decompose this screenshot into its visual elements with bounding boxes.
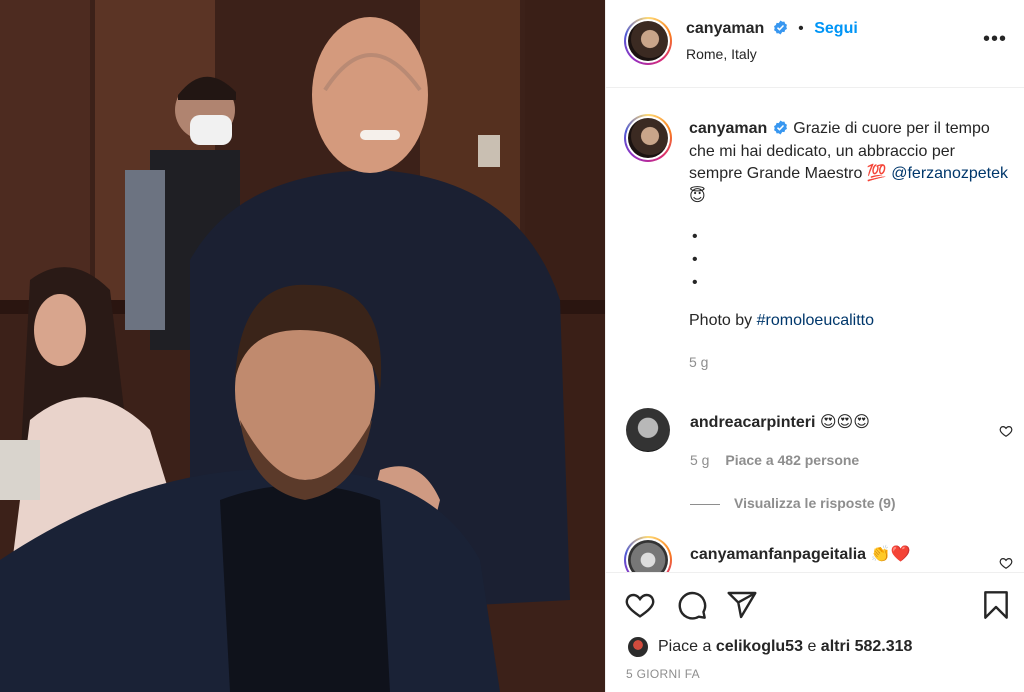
comment: canyamanfanpageitalia 👏❤️ bbox=[690, 544, 910, 564]
bullet: • bbox=[692, 228, 698, 245]
comment-username[interactable]: canyamanfanpageitalia bbox=[690, 546, 866, 563]
replies-divider bbox=[690, 503, 720, 505]
hundred-emoji: 💯 bbox=[866, 165, 887, 182]
comment-like-heart-icon[interactable] bbox=[999, 556, 1013, 570]
caption: canyaman Grazie di cuore per il tempo ch… bbox=[689, 118, 1009, 373]
bullet: • bbox=[692, 251, 698, 268]
post-photo[interactable] bbox=[0, 0, 605, 692]
comment-meta: 5 g Piace a 482 persone bbox=[690, 452, 859, 468]
likes-conjunction: e bbox=[807, 638, 817, 655]
hashtag-link[interactable]: #romoloeucalitto bbox=[757, 312, 874, 329]
comment-username[interactable]: andreacarpinteri bbox=[690, 414, 815, 431]
photo-illustration bbox=[0, 0, 605, 692]
comment-time[interactable]: 5 g bbox=[690, 452, 709, 468]
comments-section: canyaman Grazie di cuore per il tempo ch… bbox=[606, 88, 1024, 572]
view-replies-button[interactable]: Visualizza le risposte (9) bbox=[690, 495, 896, 511]
comment-text: 😍😍😍 bbox=[819, 414, 870, 431]
post-sidebar: canyaman • Segui Rome, Italy ••• canyama… bbox=[605, 0, 1024, 692]
post-header: canyaman • Segui Rome, Italy ••• bbox=[606, 0, 1024, 88]
view-replies-label: Visualizza le risposte (9) bbox=[734, 495, 896, 511]
share-icon[interactable] bbox=[726, 589, 758, 621]
header-separator: • bbox=[798, 20, 804, 37]
post-timestamp[interactable]: 5 GIORNI FA bbox=[626, 667, 700, 681]
caption-time[interactable]: 5 g bbox=[689, 351, 1009, 374]
follow-button[interactable]: Segui bbox=[814, 20, 858, 37]
liker-avatar[interactable] bbox=[626, 635, 650, 659]
comment-icon[interactable] bbox=[676, 589, 708, 621]
caption-username[interactable]: canyaman bbox=[689, 120, 767, 137]
bullet: • bbox=[692, 274, 698, 291]
comment-text: 👏❤️ bbox=[870, 546, 911, 563]
comment-like-heart-icon[interactable] bbox=[999, 424, 1013, 438]
likes-prefix: Piace a bbox=[658, 638, 712, 655]
photo-credit-prefix: Photo by bbox=[689, 312, 753, 329]
likes-summary: Piace a celikoglu53 e altri 582.318 bbox=[626, 635, 912, 659]
likes-count-button[interactable]: altri 582.318 bbox=[821, 638, 913, 656]
comment-avatar[interactable] bbox=[626, 408, 670, 452]
verified-badge-icon bbox=[773, 20, 787, 35]
comment-avatar[interactable] bbox=[624, 536, 672, 572]
verified-badge-icon bbox=[774, 120, 788, 135]
post-location[interactable]: Rome, Italy bbox=[686, 46, 757, 62]
bookmark-icon[interactable] bbox=[980, 589, 1012, 621]
author-avatar[interactable] bbox=[624, 17, 672, 65]
comment-likes[interactable]: Piace a 482 persone bbox=[725, 452, 859, 468]
photo-credit: Photo by #romoloeucalitto bbox=[689, 310, 1009, 333]
mention-link[interactable]: @ferzanozpetek bbox=[891, 165, 1008, 182]
author-username[interactable]: canyaman bbox=[686, 20, 764, 37]
liker-username[interactable]: celikoglu53 bbox=[716, 638, 803, 656]
more-options-icon[interactable]: ••• bbox=[983, 29, 1007, 49]
heart-icon[interactable] bbox=[624, 589, 656, 621]
comment: andreacarpinteri 😍😍😍 bbox=[690, 412, 870, 432]
angel-emoji: 😇 bbox=[689, 187, 706, 205]
caption-bullets: • • • bbox=[689, 225, 1009, 294]
post-actions: Piace a celikoglu53 e altri 582.318 5 GI… bbox=[606, 572, 1024, 692]
caption-avatar[interactable] bbox=[624, 114, 672, 162]
